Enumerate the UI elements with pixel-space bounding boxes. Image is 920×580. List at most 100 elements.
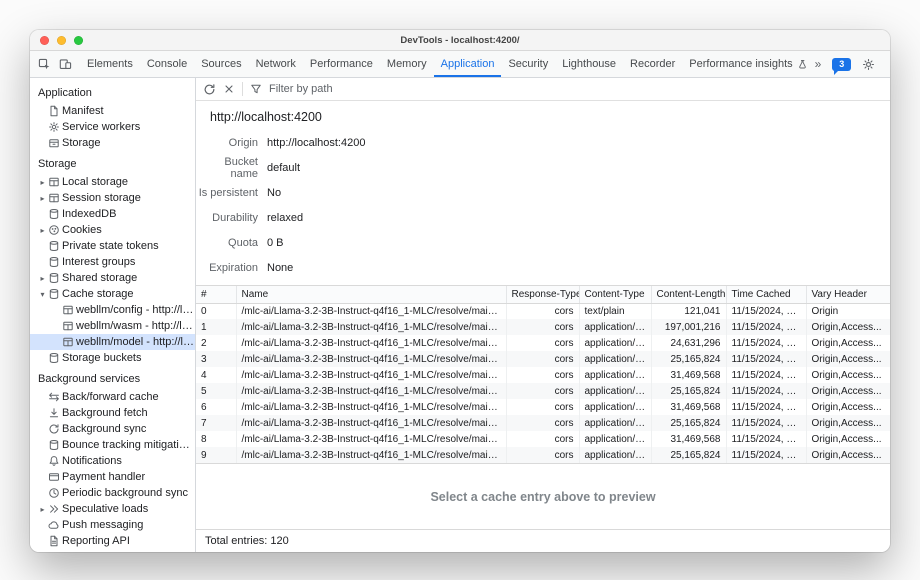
- sidebar-section-background-services: Background services: [30, 366, 195, 389]
- column-header-time-cached[interactable]: Time Cached: [726, 286, 806, 303]
- sidebar-item-back-forward-cache[interactable]: Back/forward cache: [30, 389, 195, 405]
- tab-network[interactable]: Network: [249, 51, 303, 77]
- column-header-response-type[interactable]: Response-Type: [506, 286, 579, 303]
- sidebar-item-service-workers[interactable]: Service workers: [30, 119, 195, 135]
- sidebar-item-payment-handler[interactable]: Payment handler: [30, 469, 195, 485]
- column-header-content-length[interactable]: Content-Length: [651, 286, 726, 303]
- cell-name: /mlc-ai/Llama-3.2-3B-Instruct-q4f16_1-ML…: [236, 351, 506, 367]
- inspect-icon[interactable]: [38, 58, 51, 71]
- sidebar-item-push-messaging[interactable]: Push messaging: [30, 517, 195, 533]
- cell-name: /mlc-ai/Llama-3.2-3B-Instruct-q4f16_1-ML…: [236, 431, 506, 447]
- column-header-vary-header[interactable]: Vary Header: [806, 286, 890, 303]
- sidebar-item-reporting-api[interactable]: Reporting API: [30, 533, 195, 549]
- delete-icon[interactable]: [223, 83, 235, 95]
- sidebar-item-webllm-model-http-loc[interactable]: webllm/model - http://loc...: [30, 334, 195, 350]
- sidebar-item-background-fetch[interactable]: Background fetch: [30, 405, 195, 421]
- sidebar-item-speculative-loads[interactable]: ▸Speculative loads: [30, 501, 195, 517]
- zoom-window-button[interactable]: [74, 36, 83, 45]
- table-icon: [62, 336, 76, 348]
- sidebar-item-label: webllm/model - http://loc...: [76, 336, 195, 348]
- tab-performance[interactable]: Performance: [303, 51, 380, 77]
- filter-icon[interactable]: [250, 83, 262, 95]
- column-header-index[interactable]: #: [196, 286, 236, 303]
- chevron-right-icon[interactable]: ▸: [37, 194, 48, 203]
- sidebar-item-storage[interactable]: Storage: [30, 135, 195, 151]
- chevron-right-icon[interactable]: ▸: [37, 226, 48, 235]
- sidebar-item-local-storage[interactable]: ▸Local storage: [30, 174, 195, 190]
- filter-input[interactable]: [269, 83, 469, 95]
- cache-entry-row[interactable]: 7/mlc-ai/Llama-3.2-3B-Instruct-q4f16_1-M…: [196, 415, 890, 431]
- tab-lighthouse[interactable]: Lighthouse: [555, 51, 623, 77]
- sidebar-item-background-sync[interactable]: Background sync: [30, 421, 195, 437]
- sidebar-item-indexeddb[interactable]: IndexedDB: [30, 206, 195, 222]
- service-worker-gear-icon: [48, 121, 62, 133]
- sidebar-item-notifications[interactable]: Notifications: [30, 453, 195, 469]
- tab-application[interactable]: Application: [434, 51, 502, 77]
- download-icon: [48, 407, 62, 419]
- tab-sources[interactable]: Sources: [194, 51, 248, 77]
- tab-label: Security: [508, 58, 548, 70]
- tab-security[interactable]: Security: [501, 51, 555, 77]
- close-window-button[interactable]: [40, 36, 49, 45]
- database-icon: [48, 208, 62, 220]
- sidebar-item-shared-storage[interactable]: ▸Shared storage: [30, 270, 195, 286]
- tab-label: Sources: [201, 58, 241, 70]
- cache-entry-row[interactable]: 2/mlc-ai/Llama-3.2-3B-Instruct-q4f16_1-M…: [196, 335, 890, 351]
- chevron-right-icon[interactable]: ▸: [37, 505, 48, 514]
- sidebar-item-periodic-background-sync[interactable]: Periodic background sync: [30, 485, 195, 501]
- cache-entry-row[interactable]: 1/mlc-ai/Llama-3.2-3B-Instruct-q4f16_1-M…: [196, 319, 890, 335]
- cell-response-type: cors: [506, 399, 579, 415]
- kebab-menu-icon[interactable]: ⋮: [886, 56, 890, 72]
- meta-row-origin: Originhttp://localhost:4200: [196, 130, 890, 155]
- window-titlebar[interactable]: DevTools - localhost:4200/: [30, 30, 890, 51]
- cache-entry-row[interactable]: 6/mlc-ai/Llama-3.2-3B-Instruct-q4f16_1-M…: [196, 399, 890, 415]
- sidebar-item-label: Manifest: [62, 105, 104, 117]
- cache-entry-row[interactable]: 9/mlc-ai/Llama-3.2-3B-Instruct-q4f16_1-M…: [196, 447, 890, 463]
- cache-entry-row[interactable]: 3/mlc-ai/Llama-3.2-3B-Instruct-q4f16_1-M…: [196, 351, 890, 367]
- column-header-name[interactable]: Name: [236, 286, 506, 303]
- chevron-right-icon[interactable]: ▸: [37, 178, 48, 187]
- minimize-window-button[interactable]: [57, 36, 66, 45]
- refresh-icon[interactable]: [203, 83, 216, 96]
- cell-index: 0: [196, 303, 236, 319]
- sidebar-item-storage-buckets[interactable]: Storage buckets: [30, 350, 195, 366]
- meta-value: http://localhost:4200: [267, 137, 365, 149]
- cell-content-length: 25,165,824: [651, 383, 726, 399]
- sidebar-item-label: Private state tokens: [62, 240, 159, 252]
- more-tabs-icon[interactable]: »: [815, 57, 822, 71]
- meta-label: Is persistent: [196, 187, 258, 199]
- cell-content-length: 197,001,216: [651, 319, 726, 335]
- sidebar-item-cache-storage[interactable]: ▾Cache storage: [30, 286, 195, 302]
- devtools-tabs: ElementsConsoleSourcesNetworkPerformance…: [80, 51, 815, 77]
- sidebar-item-label: Interest groups: [62, 256, 135, 268]
- sidebar-item-label: Push messaging: [62, 519, 143, 531]
- cell-content-type: application/oc...: [579, 319, 651, 335]
- tab-console[interactable]: Console: [140, 51, 194, 77]
- device-toolbar-icon[interactable]: [59, 58, 72, 71]
- messages-badge[interactable]: 3: [832, 58, 851, 71]
- sidebar-item-cookies[interactable]: ▸Cookies: [30, 222, 195, 238]
- sidebar-item-private-state-tokens[interactable]: Private state tokens: [30, 238, 195, 254]
- tab-memory[interactable]: Memory: [380, 51, 434, 77]
- cache-entry-row[interactable]: 0/mlc-ai/Llama-3.2-3B-Instruct-q4f16_1-M…: [196, 303, 890, 319]
- sidebar-item-bounce-tracking-mitigations[interactable]: Bounce tracking mitigations: [30, 437, 195, 453]
- sidebar-item-interest-groups[interactable]: Interest groups: [30, 254, 195, 270]
- cache-entry-row[interactable]: 8/mlc-ai/Llama-3.2-3B-Instruct-q4f16_1-M…: [196, 431, 890, 447]
- cell-response-type: cors: [506, 431, 579, 447]
- column-header-content-type[interactable]: Content-Type: [579, 286, 651, 303]
- cache-entries-table: #NameResponse-TypeContent-TypeContent-Le…: [196, 285, 890, 463]
- tab-recorder[interactable]: Recorder: [623, 51, 682, 77]
- cell-time-cached: 11/15/2024, 10...: [726, 415, 806, 431]
- tab-performance-insights[interactable]: Performance insights: [682, 51, 814, 77]
- sidebar-item-webllm-wasm-http-loca[interactable]: webllm/wasm - http://loca...: [30, 318, 195, 334]
- tab-elements[interactable]: Elements: [80, 51, 140, 77]
- sidebar-item-session-storage[interactable]: ▸Session storage: [30, 190, 195, 206]
- chevron-down-icon[interactable]: ▾: [37, 290, 48, 299]
- sidebar-item-webllm-config-http-loc[interactable]: webllm/config - http://loc...: [30, 302, 195, 318]
- chevron-right-icon[interactable]: ▸: [37, 274, 48, 283]
- tab-label: Console: [147, 58, 187, 70]
- cache-entry-row[interactable]: 4/mlc-ai/Llama-3.2-3B-Instruct-q4f16_1-M…: [196, 367, 890, 383]
- settings-gear-icon[interactable]: [862, 58, 875, 71]
- sidebar-item-manifest[interactable]: Manifest: [30, 103, 195, 119]
- cache-entry-row[interactable]: 5/mlc-ai/Llama-3.2-3B-Instruct-q4f16_1-M…: [196, 383, 890, 399]
